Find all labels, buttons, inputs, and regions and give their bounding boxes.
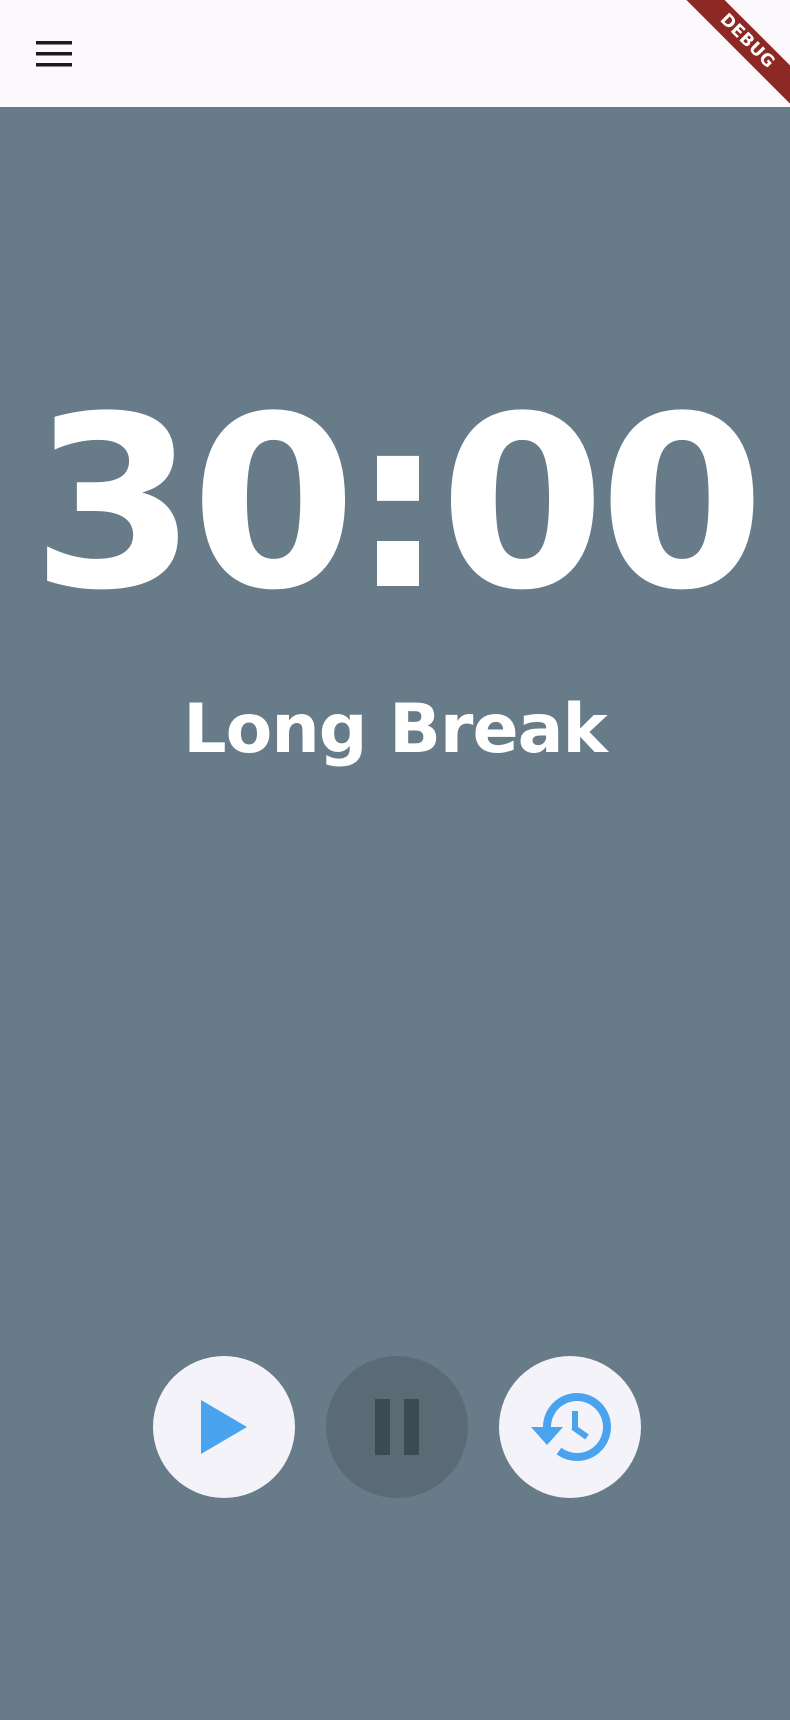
pause-button[interactable]	[326, 1356, 468, 1498]
timer-mode-label: Long Break	[183, 690, 607, 769]
menu-button[interactable]	[18, 24, 90, 84]
play-button[interactable]	[153, 1356, 295, 1498]
play-icon	[199, 1398, 249, 1456]
reset-button[interactable]	[499, 1356, 641, 1498]
pause-icon	[372, 1399, 422, 1455]
menu-icon	[36, 41, 72, 67]
timer-display: 30:00	[31, 366, 765, 643]
history-icon	[527, 1389, 613, 1465]
timer-controls	[0, 1356, 790, 1498]
app-bar	[0, 0, 790, 107]
